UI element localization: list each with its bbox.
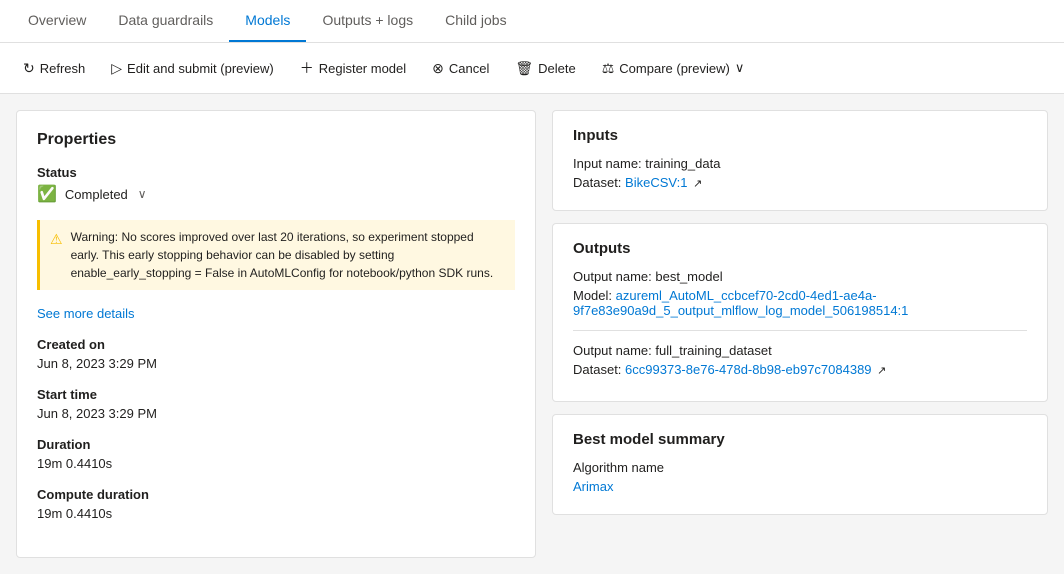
created-on-value: Jun 8, 2023 3:29 PM xyxy=(37,356,515,371)
start-time-group: Start time Jun 8, 2023 3:29 PM xyxy=(37,387,515,421)
compute-duration-label: Compute duration xyxy=(37,487,515,502)
tab-data-guardrails[interactable]: Data guardrails xyxy=(102,0,229,42)
output1-name-row: Output name: best_model Model: azureml_A… xyxy=(573,269,1027,318)
output2-name: Output name: full_training_dataset xyxy=(573,343,1027,358)
compare-icon: ⚖ xyxy=(602,60,615,77)
status-group: Status ✅ Completed ∨ xyxy=(37,165,515,204)
duration-group: Duration 19m 0.4410s xyxy=(37,437,515,471)
delete-button[interactable]: 🗑 Delete xyxy=(504,53,586,84)
dataset-label: Dataset: xyxy=(573,175,621,190)
refresh-icon: ↻ xyxy=(23,60,35,77)
delete-icon: 🗑 xyxy=(515,60,533,77)
dataset-link[interactable]: BikeCSV:1 xyxy=(625,175,687,190)
output1-name: Output name: best_model xyxy=(573,269,1027,284)
algorithm-link-row: Arimax xyxy=(573,479,1027,494)
output2-dataset-row: Dataset: 6cc99373-8e76-478d-8b98-eb97c70… xyxy=(573,362,1027,377)
properties-panel: Properties Status ✅ Completed ∨ ⚠ Warnin… xyxy=(16,110,536,558)
external-link-icon2: ↗ xyxy=(877,365,886,377)
tab-overview[interactable]: Overview xyxy=(12,0,102,42)
output2-name-row: Output name: full_training_dataset Datas… xyxy=(573,343,1027,377)
completed-icon: ✅ xyxy=(37,184,57,204)
register-model-button[interactable]: ＋ Register model xyxy=(289,51,417,85)
tab-models[interactable]: Models xyxy=(229,0,306,42)
edit-submit-label: Edit and submit (preview) xyxy=(127,61,274,76)
model-link[interactable]: azureml_AutoML_ccbcef70-2cd0-4ed1-ae4a-9… xyxy=(573,288,908,318)
inputs-card-title: Inputs xyxy=(573,127,1027,144)
status-row: ✅ Completed ∨ xyxy=(37,184,515,204)
status-value: Completed xyxy=(65,187,128,202)
play-icon: ▷ xyxy=(111,60,122,77)
input-name-row: Input name: training_data xyxy=(573,156,1027,171)
algorithm-link[interactable]: Arimax xyxy=(573,479,613,494)
tab-bar: Overview Data guardrails Models Outputs … xyxy=(0,0,1064,43)
start-time-label: Start time xyxy=(37,387,515,402)
status-label: Status xyxy=(37,165,515,180)
warning-text: Warning: No scores improved over last 20… xyxy=(71,228,505,282)
start-time-value: Jun 8, 2023 3:29 PM xyxy=(37,406,515,421)
inputs-card: Inputs Input name: training_data Dataset… xyxy=(552,110,1048,211)
register-model-label: Register model xyxy=(319,61,406,76)
refresh-label: Refresh xyxy=(40,61,86,76)
see-more-link[interactable]: See more details xyxy=(37,306,135,321)
created-on-label: Created on xyxy=(37,337,515,352)
cancel-icon: ⊗ xyxy=(432,60,444,77)
outputs-card: Outputs Output name: best_model Model: a… xyxy=(552,223,1048,402)
dataset2-label: Dataset: xyxy=(573,362,621,377)
output-separator xyxy=(573,330,1027,331)
warning-icon: ⚠ xyxy=(50,229,63,282)
right-panel: Inputs Input name: training_data Dataset… xyxy=(552,110,1048,558)
tab-outputs-logs[interactable]: Outputs + logs xyxy=(306,0,429,42)
delete-label: Delete xyxy=(538,61,576,76)
best-model-card: Best model summary Algorithm name Arimax xyxy=(552,414,1048,515)
status-chevron-button[interactable]: ∨ xyxy=(136,185,149,203)
cancel-button[interactable]: ⊗ Cancel xyxy=(421,53,500,84)
best-model-title: Best model summary xyxy=(573,431,1027,448)
external-link-icon: ↗ xyxy=(693,178,702,190)
dataset2-link[interactable]: 6cc99373-8e76-478d-8b98-eb97c7084389 xyxy=(625,362,872,377)
output1-model-row: Model: azureml_AutoML_ccbcef70-2cd0-4ed1… xyxy=(573,288,1027,318)
refresh-button[interactable]: ↻ Refresh xyxy=(12,53,96,84)
plus-icon: ＋ xyxy=(300,58,314,78)
duration-value: 19m 0.4410s xyxy=(37,456,515,471)
tab-child-jobs[interactable]: Child jobs xyxy=(429,0,522,42)
compare-label: Compare (preview) xyxy=(619,61,730,76)
created-on-group: Created on Jun 8, 2023 3:29 PM xyxy=(37,337,515,371)
outputs-card-title: Outputs xyxy=(573,240,1027,257)
chevron-down-icon: ∨ xyxy=(735,60,745,76)
properties-title: Properties xyxy=(37,131,515,149)
toolbar: ↻ Refresh ▷ Edit and submit (preview) ＋ … xyxy=(0,43,1064,94)
warning-box: ⚠ Warning: No scores improved over last … xyxy=(37,220,515,290)
compare-button[interactable]: ⚖ Compare (preview) ∨ xyxy=(591,53,756,84)
duration-label: Duration xyxy=(37,437,515,452)
edit-submit-button[interactable]: ▷ Edit and submit (preview) xyxy=(100,53,284,84)
compute-duration-value: 19m 0.4410s xyxy=(37,506,515,521)
compute-duration-group: Compute duration 19m 0.4410s xyxy=(37,487,515,521)
main-content: Properties Status ✅ Completed ∨ ⚠ Warnin… xyxy=(0,94,1064,574)
algorithm-name-label: Algorithm name xyxy=(573,460,1027,475)
model-label: Model: xyxy=(573,288,612,303)
cancel-label: Cancel xyxy=(449,61,489,76)
input-dataset-row: Dataset: BikeCSV:1 ↗ xyxy=(573,175,1027,190)
